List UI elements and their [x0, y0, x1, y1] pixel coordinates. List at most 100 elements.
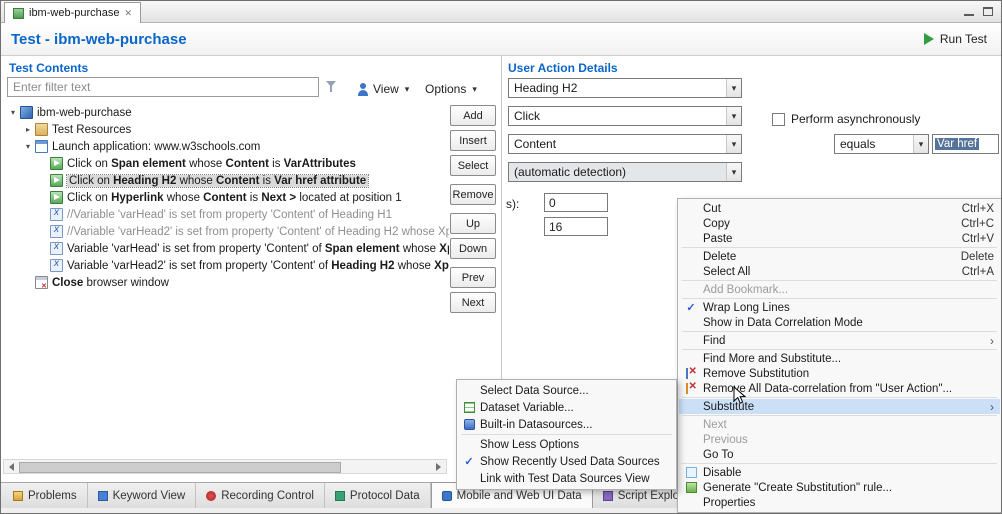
down-button[interactable]: Down: [450, 238, 496, 259]
menu-item-find[interactable]: Find›: [679, 333, 1000, 348]
tree-item[interactable]: Click on Span element whose Content is V…: [3, 155, 449, 172]
menu-item-delete[interactable]: DeleteDelete: [679, 249, 1000, 264]
menu-shortcut: Ctrl+C: [961, 218, 994, 230]
tree-item[interactable]: //Variable 'varHead' is set from propert…: [3, 206, 449, 223]
bottom-tab-recording-control[interactable]: Recording Control: [196, 483, 325, 508]
menu-item-remove-substitution[interactable]: Remove Substitution: [679, 366, 1000, 381]
remove-substitution-icon: [679, 368, 703, 379]
filter-input[interactable]: [7, 77, 319, 97]
bottom-tab-problems[interactable]: Problems: [3, 483, 88, 508]
tree-item[interactable]: Variable 'varHead2' is set from property…: [3, 257, 449, 274]
menu-item-go-to[interactable]: Go To: [679, 447, 1000, 462]
chevron-down-icon[interactable]: [913, 135, 928, 153]
editor-tab-bar: ibm-web-purchase: [1, 1, 1001, 23]
minimize-icon[interactable]: [964, 7, 974, 16]
numeric-field-2[interactable]: [544, 217, 608, 236]
menu-item-copy[interactable]: Copy Ctrl+C: [679, 216, 1000, 231]
menu-item-wrap-long-lines[interactable]: ✓Wrap Long Lines: [679, 300, 1000, 315]
menu-item-show-in-data-correlation-mode[interactable]: Show in Data Correlation Mode: [679, 315, 1000, 330]
add-button[interactable]: Add: [450, 105, 496, 126]
remove-substitution-icon: [686, 368, 697, 379]
menu-item-label: Select Data Source...: [480, 385, 669, 397]
menu-item-dataset-variable[interactable]: Dataset Variable...: [458, 399, 675, 416]
detection-dropdown[interactable]: (automatic detection): [508, 162, 742, 182]
tree-item[interactable]: Variable 'varHead' is set from property …: [3, 240, 449, 257]
test-icon: [20, 106, 33, 119]
options-dropdown-label: Options: [425, 82, 466, 96]
bottom-tab-protocol-data[interactable]: Protocol Data: [325, 483, 431, 508]
menu-separator: [682, 463, 997, 464]
builtin-datasources-icon: [464, 419, 475, 430]
bottom-tab-keyword-view[interactable]: Keyword View: [88, 483, 197, 508]
next-button[interactable]: Next: [450, 292, 496, 313]
element-dropdown[interactable]: Heading H2: [508, 78, 742, 98]
tree-item[interactable]: ▾Launch application: www.w3schools.com: [3, 138, 449, 155]
tree-item[interactable]: //Variable 'varHead2' is set from proper…: [3, 223, 449, 240]
menu-item-paste[interactable]: PasteCtrl+V: [679, 231, 1000, 246]
protocol-data-icon: [335, 491, 345, 501]
menu-item-built-in-datasources[interactable]: Built-in Datasources...: [458, 416, 675, 433]
window-controls: [964, 7, 993, 16]
menu-item-remove-all-data-correlation-from-user-action[interactable]: Remove All Data-correlation from "User A…: [679, 381, 1000, 396]
up-button[interactable]: Up: [450, 213, 496, 234]
expand-arrow-icon[interactable]: ▸: [22, 125, 34, 134]
editor-tab[interactable]: ibm-web-purchase: [4, 2, 141, 23]
menu-item-link-with-test-data-sources-view[interactable]: Link with Test Data Sources View: [458, 470, 675, 487]
menu-item-label: Next: [703, 419, 994, 431]
chevron-down-icon[interactable]: [726, 79, 741, 97]
operator-dropdown[interactable]: equals: [834, 134, 929, 154]
tree-item[interactable]: ▾ibm-web-purchase: [3, 104, 449, 121]
menu-item-select-data-source[interactable]: Select Data Source...: [458, 382, 675, 399]
problems-icon: [13, 491, 23, 501]
scrollbar-thumb[interactable]: [19, 462, 341, 473]
menu-item-find-more-and-substitute[interactable]: Find More and Substitute...: [679, 351, 1000, 366]
tree-item[interactable]: Close browser window: [3, 274, 449, 291]
tree-item[interactable]: Click on Hyperlink whose Content is Next…: [3, 189, 449, 206]
menu-item-disable[interactable]: Disable: [679, 465, 1000, 480]
tree-item-label: Variable 'varHead' is set from property …: [67, 243, 449, 255]
menu-item-generate-create-substitution-rule[interactable]: Generate "Create Substitution" rule...: [679, 480, 1000, 495]
disable-icon: [686, 467, 697, 478]
scroll-left-icon[interactable]: [4, 460, 18, 473]
collapse-arrow-icon[interactable]: ▾: [7, 108, 19, 117]
view-dropdown[interactable]: View: [357, 80, 409, 98]
chevron-down-icon[interactable]: [726, 135, 741, 153]
menu-item-show-less-options[interactable]: Show Less Options: [458, 436, 675, 453]
maximize-icon[interactable]: [983, 7, 993, 16]
close-tab-icon[interactable]: [124, 9, 132, 18]
tree-horizontal-scrollbar[interactable]: [3, 459, 447, 474]
options-dropdown[interactable]: Options: [425, 80, 477, 98]
run-test-button[interactable]: Run Test: [924, 32, 987, 46]
browser-icon: [35, 140, 48, 153]
filter-icon[interactable]: [326, 81, 338, 93]
property-value-field[interactable]: Var href: [932, 134, 999, 154]
chevron-down-icon[interactable]: [726, 107, 741, 125]
app-window: ibm-web-purchase Test - ibm-web-purchase…: [0, 0, 1002, 514]
tree-item[interactable]: Click on Heading H2 whose Content is Var…: [3, 172, 449, 189]
remove-button[interactable]: Remove: [450, 184, 496, 205]
perform-asynchronously-checkbox[interactable]: [772, 113, 785, 126]
menu-item-cut[interactable]: CutCtrl+X: [679, 201, 1000, 216]
action-dropdown[interactable]: Click: [508, 106, 742, 126]
chevron-down-icon[interactable]: [726, 163, 741, 181]
menu-item-properties[interactable]: Properties: [679, 495, 1000, 510]
numeric-field-1[interactable]: [544, 193, 608, 212]
menu-item-label: Copy: [703, 218, 947, 230]
menu-item-substitute[interactable]: Substitute›: [679, 399, 1000, 414]
prev-button[interactable]: Prev: [450, 267, 496, 288]
close-window-icon: [35, 276, 48, 289]
tree-item[interactable]: ▸Test Resources: [3, 121, 449, 138]
clipped-field-label: s):: [506, 197, 540, 211]
menu-item-label: Generate "Create Substitution" rule...: [703, 482, 994, 494]
collapse-arrow-icon[interactable]: ▾: [22, 142, 34, 151]
insert-button[interactable]: Insert: [450, 130, 496, 151]
menu-item-label: Find More and Substitute...: [703, 353, 994, 365]
property-dropdown[interactable]: Content: [508, 134, 742, 154]
perform-asynchronously-option: Perform asynchronously: [772, 112, 920, 126]
bottom-tab-label: Problems: [28, 490, 77, 502]
scroll-right-icon[interactable]: [431, 460, 445, 473]
menu-item-select-all[interactable]: Select AllCtrl+A: [679, 264, 1000, 279]
menu-item-show-recently-used-data-sources[interactable]: ✓Show Recently Used Data Sources: [458, 453, 675, 470]
select-button[interactable]: Select: [450, 155, 496, 176]
run-test-icon: [924, 33, 934, 45]
